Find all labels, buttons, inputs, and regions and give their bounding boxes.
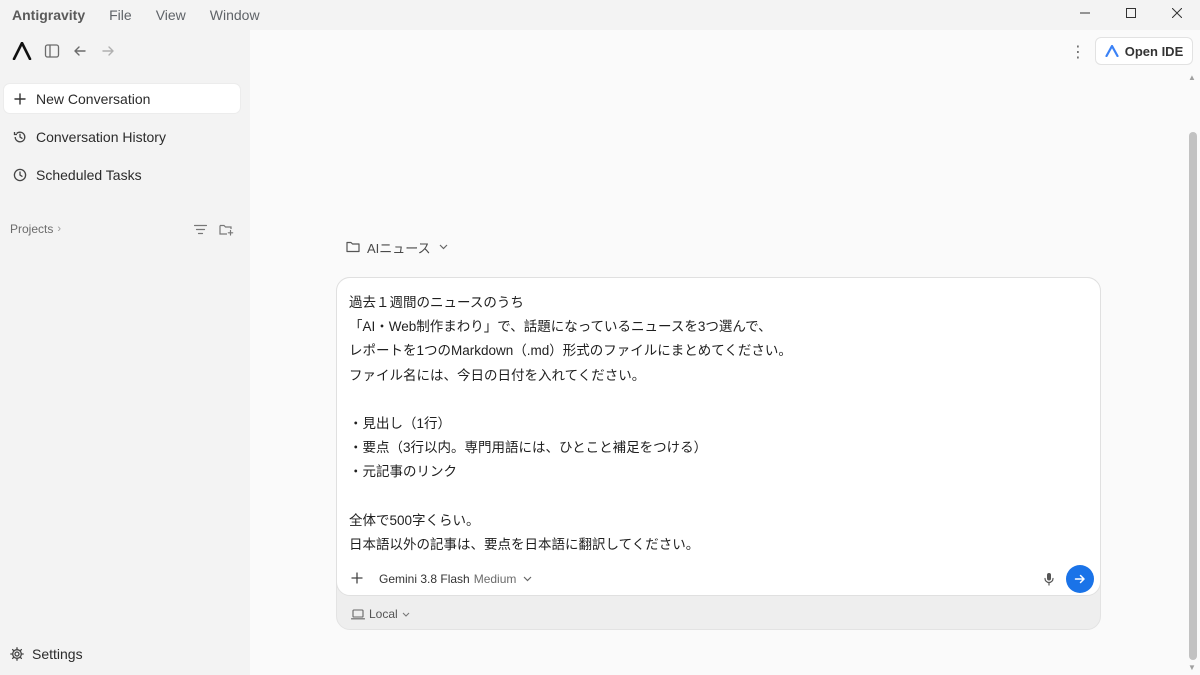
close-icon (1172, 8, 1182, 18)
projects-header: Projects › (10, 220, 234, 238)
add-context-button[interactable] (349, 568, 365, 588)
chevron-right-icon[interactable]: › (57, 223, 61, 235)
window-controls (1062, 0, 1200, 30)
chevron-down-icon (439, 244, 448, 250)
prompt-line: 日本語以外の記事は、要点を日本語に翻訳してください。 (349, 536, 700, 552)
open-ide-label: Open IDE (1124, 43, 1184, 59)
main-panel: ⋮ Open IDE ▲ ▼ AIニュース 過去１週間のニュースのうち 「AI・… (250, 30, 1200, 675)
arrow-right-icon (1074, 574, 1085, 584)
menu-window[interactable]: Window (210, 7, 260, 23)
gear-icon (10, 647, 24, 661)
open-ide-button[interactable]: Open IDE (1095, 37, 1193, 65)
sidebar: New Conversation Conversation History Sc… (0, 30, 250, 675)
model-selector[interactable]: Gemini 3.8 Flash Medium (379, 569, 532, 589)
new-folder-icon[interactable] (219, 223, 234, 236)
plus-icon (12, 92, 28, 105)
close-button[interactable] (1154, 0, 1200, 26)
laptop-icon (351, 608, 365, 620)
app-name[interactable]: Antigravity (12, 7, 85, 23)
new-conversation-button[interactable]: New Conversation (4, 84, 240, 113)
projects-tools (182, 223, 234, 236)
prompt-input[interactable]: 過去１週間のニュースのうち 「AI・Web制作まわり」で、話題になっているニュー… (349, 291, 1069, 557)
menu-view[interactable]: View (156, 7, 186, 23)
settings-button[interactable]: Settings (10, 644, 83, 664)
nav-label: Conversation History (36, 128, 166, 145)
more-options-icon[interactable]: ⋮ (1070, 42, 1086, 62)
scroll-down-arrow[interactable]: ▼ (1188, 664, 1196, 672)
folder-icon (346, 241, 360, 253)
toggle-sidebar-icon[interactable] (44, 43, 60, 59)
workspace-selector[interactable]: AIニュース (346, 238, 448, 256)
scheduled-tasks-button[interactable]: Scheduled Tasks (4, 160, 240, 189)
maximize-icon (1126, 8, 1136, 18)
antigravity-logo-icon[interactable] (12, 42, 32, 60)
clock-icon (12, 168, 28, 182)
composer: 過去１週間のニュースのうち 「AI・Web制作まわり」で、話題になっているニュー… (336, 277, 1101, 630)
title-bar: Antigravity File View Window (0, 0, 1200, 30)
nav-label: Scheduled Tasks (36, 166, 142, 183)
microphone-button[interactable] (1041, 569, 1057, 589)
prompt-line: ・元記事のリンク (349, 464, 457, 480)
prompt-line: ・要点（3行以内。専門用語には、ひとこと補足をつける） (349, 440, 708, 456)
microphone-icon (1044, 573, 1054, 586)
filter-icon[interactable] (194, 224, 207, 235)
prompt-line (349, 485, 1069, 509)
prompt-line: 「AI・Web制作まわり」で、話題になっているニュースを3つ選んで、 (349, 319, 772, 335)
workspace-label: AIニュース (367, 240, 431, 256)
model-effort: Medium (473, 572, 517, 586)
chevron-down-icon (402, 612, 410, 617)
prompt-line: 過去１週間のニュースのうち (349, 295, 524, 310)
prompt-line: ファイル名には、今日の日付を入れてください。 (349, 367, 646, 383)
settings-label: Settings (32, 646, 83, 662)
history-icon (12, 130, 28, 144)
plus-icon (351, 572, 363, 584)
environment-label: Local (369, 607, 398, 621)
scroll-up-arrow[interactable]: ▲ (1188, 74, 1196, 82)
minimize-icon (1080, 12, 1090, 14)
maximize-button[interactable] (1108, 0, 1154, 26)
scrollbar-thumb[interactable] (1189, 132, 1197, 660)
chevron-down-icon (523, 576, 532, 582)
nav-label: New Conversation (36, 90, 151, 107)
prompt-line: 全体で500字くらい。 (349, 512, 480, 528)
back-arrow-icon[interactable] (72, 43, 88, 59)
antigravity-ide-icon (1105, 45, 1119, 57)
sidebar-toolbar (12, 40, 128, 62)
menu-bar: Antigravity File View Window (0, 0, 272, 30)
prompt-line: ・見出し（1行） (349, 415, 452, 431)
composer-toolbar: Gemini 3.8 Flash Medium (337, 562, 1102, 594)
prompt-line (349, 388, 1069, 412)
prompt-line: レポートを1つのMarkdown（.md）形式のファイルにまとめてください。 (349, 343, 792, 359)
menu-file[interactable]: File (109, 7, 132, 23)
environment-selector[interactable]: Local (351, 606, 410, 622)
send-button[interactable] (1066, 565, 1094, 593)
projects-label[interactable]: Projects (10, 222, 53, 236)
forward-arrow-icon[interactable] (100, 43, 116, 59)
conversation-history-button[interactable]: Conversation History (4, 122, 240, 151)
minimize-button[interactable] (1062, 0, 1108, 26)
prompt-box[interactable]: 過去１週間のニュースのうち 「AI・Web制作まわり」で、話題になっているニュー… (336, 277, 1101, 596)
model-name: Gemini 3.8 Flash (379, 572, 470, 586)
